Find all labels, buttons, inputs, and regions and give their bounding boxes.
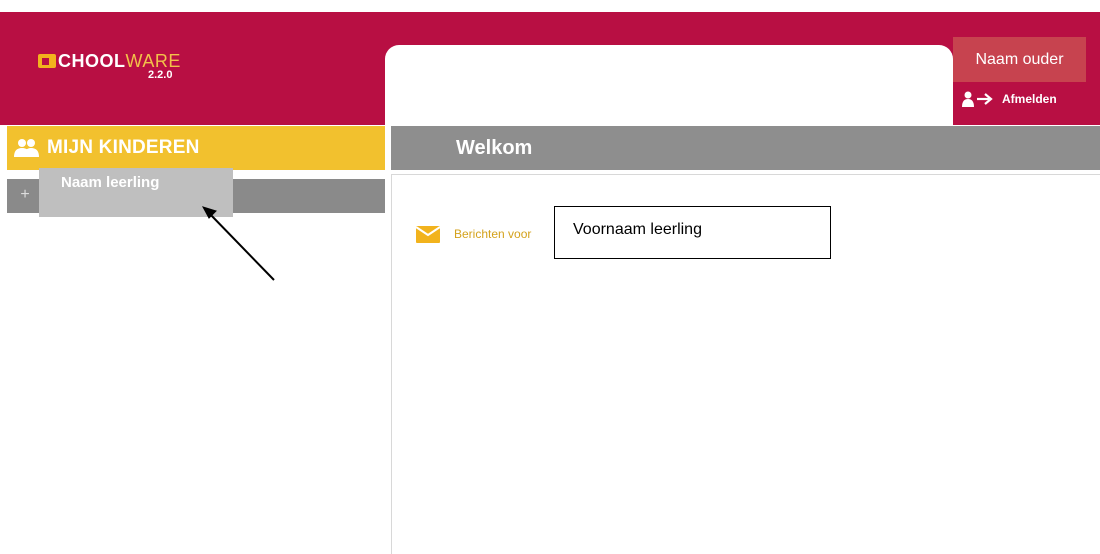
top-header-bar: CHOOLWARE 2.2.0 bbox=[0, 12, 1100, 137]
messages-link[interactable]: Berichten voor bbox=[416, 224, 531, 244]
header-tab-area bbox=[385, 45, 953, 137]
user-name-button[interactable]: Naam ouder bbox=[953, 37, 1086, 82]
messages-label: Berichten voor bbox=[454, 227, 532, 241]
welcome-header: Welkom bbox=[391, 126, 1100, 170]
schoolware-logo-icon bbox=[38, 54, 56, 68]
schoolware-logo[interactable]: CHOOLWARE 2.2.0 bbox=[38, 51, 214, 92]
logout-link[interactable]: Afmelden bbox=[962, 88, 1092, 110]
envelope-icon bbox=[416, 225, 440, 243]
student-name-chip[interactable]: Naam leerling bbox=[39, 168, 233, 217]
logo-version: 2.2.0 bbox=[148, 69, 173, 81]
student-name: Naam leerling bbox=[61, 174, 160, 191]
logo-brand-accent: WARE bbox=[125, 51, 181, 71]
annotation-callout: Voornaam leerling bbox=[554, 206, 831, 259]
user-name-label: Naam ouder bbox=[975, 50, 1064, 68]
logout-label: Afmelden bbox=[1002, 92, 1057, 106]
logo-brand-main: CHOOL bbox=[58, 51, 126, 71]
page-title: Welkom bbox=[456, 136, 533, 159]
my-children-header: MIJN KINDEREN bbox=[7, 126, 385, 170]
group-users-icon bbox=[14, 139, 39, 157]
callout-text: Voornaam leerling bbox=[573, 221, 702, 238]
student-row[interactable]: + Naam leerling bbox=[7, 168, 385, 217]
user-logout-icon bbox=[962, 91, 993, 107]
expand-icon[interactable]: + bbox=[17, 187, 33, 203]
my-children-title: MIJN KINDEREN bbox=[47, 137, 200, 158]
